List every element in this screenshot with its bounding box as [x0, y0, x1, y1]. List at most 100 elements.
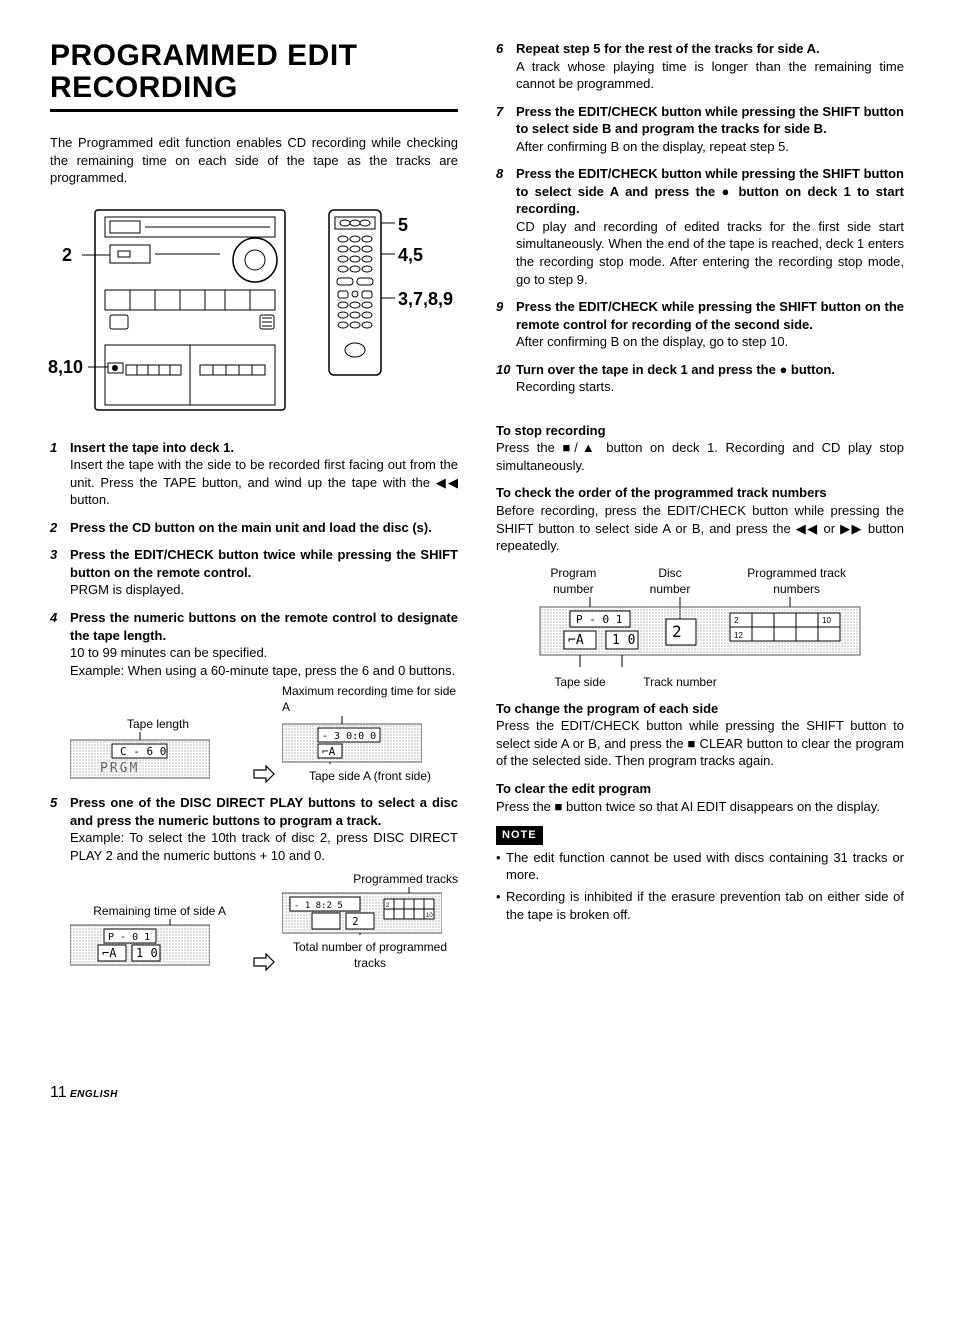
equipment-diagram: 2 8,10 5 4,5 3,7,8,9 [50, 205, 458, 415]
svg-text:PRGM: PRGM [100, 761, 139, 776]
svg-text:⌐A: ⌐A [568, 633, 584, 648]
steps-right-list: 6 Repeat step 5 for the rest of the trac… [496, 40, 904, 396]
svg-text:- 1 8:2 5: - 1 8:2 5 [294, 901, 343, 911]
tape-length-display: C - 6 0 PRGM [70, 732, 210, 780]
note-item: Recording is inhibited if the erasure pr… [496, 888, 904, 923]
step-num: 6 [496, 40, 516, 93]
change-program-text: Press the EDIT/CHECK button while pressi… [496, 717, 904, 770]
check-order-display: P - 0 1 ⌐A 1 0 2 2 10 12 [520, 597, 880, 669]
step-num: 10 [496, 361, 516, 396]
step-num: 2 [50, 519, 70, 537]
max-recording-label: Maximum recording time for side A [282, 683, 458, 715]
step-heading: Press the EDIT/CHECK button while pressi… [516, 166, 904, 216]
step-heading: Insert the tape into deck 1. [70, 440, 234, 455]
check-order-diagram: Program number Disc number Programmed tr… [496, 565, 904, 690]
note-list: The edit function cannot be used with di… [496, 849, 904, 923]
arrow-icon [252, 764, 276, 784]
step-num: 8 [496, 165, 516, 288]
svg-text:- 3 0:0 0: - 3 0:0 0 [322, 731, 376, 742]
step-8: 8 Press the EDIT/CHECK button while pres… [496, 165, 904, 288]
title-rule [50, 109, 458, 112]
clear-program-head: To clear the edit program [496, 780, 904, 798]
label-programmed-track-numbers: Programmed track numbers [727, 565, 867, 597]
svg-text:10: 10 [426, 913, 433, 919]
tape-side-a-label: Tape side A (front side) [282, 768, 458, 784]
callout-4-5: 4,5 [398, 243, 423, 267]
step-heading: Press the EDIT/CHECK while pressing the … [516, 299, 904, 332]
step-text: After confirming B on the display, repea… [516, 139, 789, 154]
step-text: PRGM is displayed. [70, 582, 184, 597]
title-line-2: RECORDING [50, 71, 238, 104]
step-num: 9 [496, 298, 516, 351]
label-program-number: Program number [533, 565, 613, 597]
step-10: 10 Turn over the tape in deck 1 and pres… [496, 361, 904, 396]
step-heading: Press the numeric buttons on the remote … [70, 610, 458, 643]
step-5: 5 Press one of the DISC DIRECT PLAY butt… [50, 794, 458, 971]
svg-text:10: 10 [822, 616, 831, 625]
step-num: 7 [496, 103, 516, 156]
step-num: 3 [50, 546, 70, 599]
step-num: 1 [50, 439, 70, 509]
stop-recording-text: Press the ■/▲ button on deck 1. Recordin… [496, 439, 904, 474]
step-text: A track whose playing time is longer tha… [516, 59, 904, 92]
svg-text:P - 0 1: P - 0 1 [576, 613, 622, 626]
remaining-display: P - 0 1 ⌐A 1 0 [70, 919, 210, 967]
step-heading: Press the CD button on the main unit and… [70, 520, 432, 535]
language-label: ENGLISH [70, 1089, 118, 1100]
total-prog-tracks-label: Total number of programmed tracks [282, 939, 458, 971]
step-text: Example: To select the 10th track of dis… [70, 830, 458, 863]
label-disc-number: Disc number [640, 565, 700, 597]
step-heading: Press the EDIT/CHECK button while pressi… [516, 104, 904, 137]
callout-3-7-8-9: 3,7,8,9 [398, 287, 453, 311]
clear-program-text: Press the ■ button twice so that AI EDIT… [496, 798, 904, 816]
step-text: CD play and recording of edited tracks f… [516, 219, 904, 287]
title-line-1: PROGRAMMED EDIT [50, 39, 358, 72]
prog-tracks-display: - 1 8:2 5 2 2 [282, 887, 442, 935]
svg-text:⌐A: ⌐A [322, 745, 336, 758]
label-tape-side: Tape side [530, 674, 630, 690]
svg-text:2: 2 [672, 622, 682, 641]
change-program-head: To change the program of each side [496, 700, 904, 718]
callout-8-10: 8,10 [48, 355, 83, 379]
intro-paragraph: The Programmed edit function enables CD … [50, 134, 458, 187]
step-text: Insert the tape with the side to be reco… [70, 457, 458, 507]
step-heading: Turn over the tape in deck 1 and press t… [516, 362, 835, 377]
page-footer: 11 ENGLISH [50, 1082, 904, 1104]
step-6: 6 Repeat step 5 for the rest of the trac… [496, 40, 904, 93]
step-num: 5 [50, 794, 70, 971]
step-2: 2 Press the CD button on the main unit a… [50, 519, 458, 537]
svg-text:C - 6 0: C - 6 0 [120, 745, 166, 758]
tape-length-label: Tape length [70, 716, 246, 732]
equipment-svg [50, 205, 450, 415]
svg-text:⌐A: ⌐A [102, 946, 117, 960]
svg-text:1 0: 1 0 [136, 946, 158, 960]
svg-text:1 0: 1 0 [612, 633, 635, 648]
step-7: 7 Press the EDIT/CHECK button while pres… [496, 103, 904, 156]
svg-text:12: 12 [734, 631, 743, 640]
step-num: 4 [50, 609, 70, 784]
step-4: 4 Press the numeric buttons on the remot… [50, 609, 458, 784]
step-text: 10 to 99 minutes can be specified. Examp… [70, 645, 455, 678]
svg-text:2: 2 [734, 616, 739, 625]
note-badge: NOTE [496, 826, 543, 845]
step-9: 9 Press the EDIT/CHECK while pressing th… [496, 298, 904, 351]
label-track-number: Track number [630, 674, 730, 690]
step-text: Recording starts. [516, 379, 614, 394]
step-heading: Repeat step 5 for the rest of the tracks… [516, 41, 820, 56]
page-title: PROGRAMMED EDIT RECORDING [50, 40, 458, 103]
step-text: After confirming B on the display, go to… [516, 334, 788, 349]
step-heading: Press one of the DISC DIRECT PLAY button… [70, 795, 458, 828]
check-order-head: To check the order of the programmed tra… [496, 484, 904, 502]
step-1: 1 Insert the tape into deck 1. Insert th… [50, 439, 458, 509]
step-heading: Press the EDIT/CHECK button twice while … [70, 547, 458, 580]
max-recording-display: - 3 0:0 0 ⌐A [282, 716, 422, 764]
callout-2: 2 [62, 243, 72, 267]
check-order-text: Before recording, press the EDIT/CHECK b… [496, 502, 904, 555]
steps-left-list: 1 Insert the tape into deck 1. Insert th… [50, 439, 458, 972]
callout-5: 5 [398, 213, 408, 237]
programmed-tracks-label: Programmed tracks [282, 871, 458, 887]
stop-recording-head: To stop recording [496, 422, 904, 440]
arrow-icon [252, 952, 276, 972]
svg-text:2: 2 [352, 915, 359, 928]
page-number: 11 [50, 1084, 67, 1101]
